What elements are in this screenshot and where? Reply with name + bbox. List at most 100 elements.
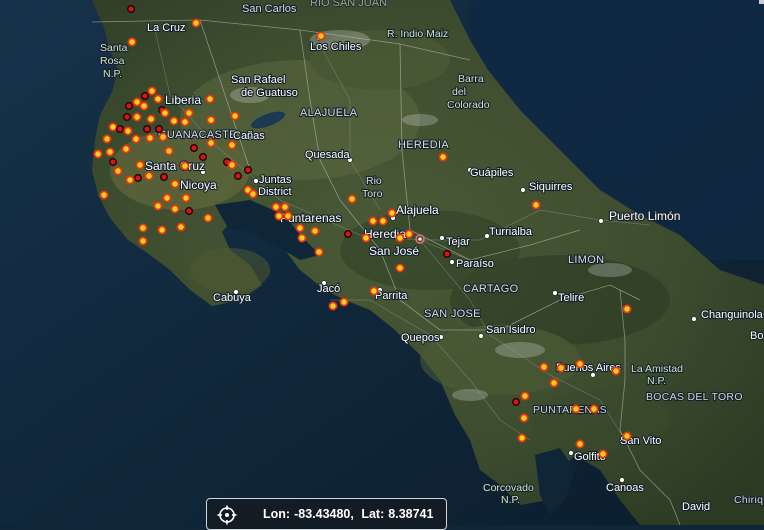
hotspot[interactable]: [361, 233, 371, 243]
hotspot[interactable]: [164, 146, 174, 156]
hotspot-red[interactable]: [343, 229, 353, 239]
hotspot[interactable]: [132, 112, 142, 122]
hotspot[interactable]: [227, 160, 237, 170]
hotspot[interactable]: [153, 201, 163, 211]
hotspot[interactable]: [113, 166, 123, 176]
hotspot[interactable]: [135, 160, 145, 170]
hotspot-red[interactable]: [189, 143, 199, 153]
hotspot[interactable]: [180, 117, 190, 127]
hotspot-red[interactable]: [122, 112, 132, 122]
hotspot[interactable]: [622, 304, 632, 314]
hotspot-red[interactable]: [511, 397, 521, 407]
hotspot[interactable]: [145, 133, 155, 143]
hotspot[interactable]: [395, 233, 405, 243]
hotspot[interactable]: [339, 297, 349, 307]
hotspot[interactable]: [295, 223, 305, 233]
hotspot[interactable]: [138, 223, 148, 233]
hotspot[interactable]: [378, 216, 388, 226]
hotspot[interactable]: [539, 362, 549, 372]
hotspot[interactable]: [162, 193, 172, 203]
hotspot[interactable]: [283, 211, 293, 221]
hotspot[interactable]: [280, 202, 290, 212]
hotspot-red[interactable]: [184, 206, 194, 216]
hotspot[interactable]: [131, 134, 141, 144]
hotspot[interactable]: [347, 194, 357, 204]
hotspot[interactable]: [102, 134, 112, 144]
hotspot[interactable]: [549, 378, 559, 388]
hotspot[interactable]: [575, 439, 585, 449]
hotspot[interactable]: [387, 208, 397, 218]
hotspot-red[interactable]: [442, 249, 452, 259]
hotspot[interactable]: [314, 247, 324, 257]
hotspot[interactable]: [181, 193, 191, 203]
hotspot[interactable]: [297, 233, 307, 243]
hotspot[interactable]: [368, 216, 378, 226]
hotspot[interactable]: [310, 226, 320, 236]
hotspot[interactable]: [575, 359, 585, 369]
hotspot[interactable]: [227, 140, 237, 150]
hotspot[interactable]: [611, 366, 621, 376]
hotspot[interactable]: [589, 404, 599, 414]
hotspot[interactable]: [144, 171, 154, 181]
hotspot[interactable]: [170, 204, 180, 214]
hotspot[interactable]: [108, 122, 118, 132]
hotspot[interactable]: [138, 236, 148, 246]
hotspot[interactable]: [571, 404, 581, 414]
hotspot[interactable]: [105, 147, 115, 157]
hotspot[interactable]: [153, 94, 163, 104]
hotspot-red[interactable]: [243, 165, 253, 175]
hotspot[interactable]: [139, 101, 149, 111]
hotspot[interactable]: [191, 18, 201, 28]
hotspot[interactable]: [127, 37, 137, 47]
hotspot[interactable]: [180, 161, 190, 171]
hotspot[interactable]: [169, 116, 179, 126]
hotspot[interactable]: [598, 449, 608, 459]
hotspot[interactable]: [271, 202, 281, 212]
hotspot-red[interactable]: [115, 124, 125, 134]
hotspot[interactable]: [328, 301, 338, 311]
hotspot[interactable]: [520, 391, 530, 401]
hotspot[interactable]: [556, 363, 566, 373]
hotspot-red[interactable]: [154, 124, 164, 134]
hotspot[interactable]: [203, 213, 213, 223]
hotspot[interactable]: [170, 179, 180, 189]
hotspot-red[interactable]: [133, 173, 143, 183]
hotspot[interactable]: [230, 111, 240, 121]
hotspot[interactable]: [121, 144, 131, 154]
hotspot-red[interactable]: [142, 124, 152, 134]
hotspot[interactable]: [622, 431, 632, 441]
hotspot[interactable]: [132, 97, 142, 107]
hotspot[interactable]: [206, 138, 216, 148]
hotspot[interactable]: [93, 149, 103, 159]
hotspot[interactable]: [125, 175, 135, 185]
hotspot[interactable]: [158, 132, 168, 142]
hotspot[interactable]: [205, 94, 215, 104]
hotspot-red[interactable]: [198, 152, 208, 162]
hotspot[interactable]: [99, 190, 109, 200]
hotspot[interactable]: [395, 263, 405, 273]
hotspot[interactable]: [438, 152, 448, 162]
hotspot[interactable]: [519, 413, 529, 423]
hotspot[interactable]: [369, 286, 379, 296]
hotspot-red[interactable]: [124, 101, 134, 111]
hotspot[interactable]: [404, 229, 414, 239]
hotspot-red[interactable]: [108, 157, 118, 167]
hotspot[interactable]: [274, 211, 284, 221]
crosshair-icon[interactable]: [217, 505, 237, 525]
hotspot[interactable]: [123, 126, 133, 136]
hotspot[interactable]: [147, 86, 157, 96]
hotspot[interactable]: [157, 225, 167, 235]
hotspot[interactable]: [206, 115, 216, 125]
hotspot[interactable]: [160, 108, 170, 118]
hotspot-red[interactable]: [140, 91, 150, 101]
hotspot[interactable]: [248, 189, 258, 199]
hotspot-red[interactable]: [126, 4, 136, 14]
hotspot[interactable]: [316, 31, 326, 41]
hotspot[interactable]: [184, 108, 194, 118]
satellite-map[interactable]: San Carlos RIO SAN JUAN La Cruz Santa Ro…: [0, 0, 764, 525]
hotspot[interactable]: [176, 222, 186, 232]
hotspot[interactable]: [146, 114, 156, 124]
hotspot[interactable]: [517, 433, 527, 443]
hotspot[interactable]: [531, 200, 541, 210]
hotspot-red[interactable]: [159, 172, 169, 182]
